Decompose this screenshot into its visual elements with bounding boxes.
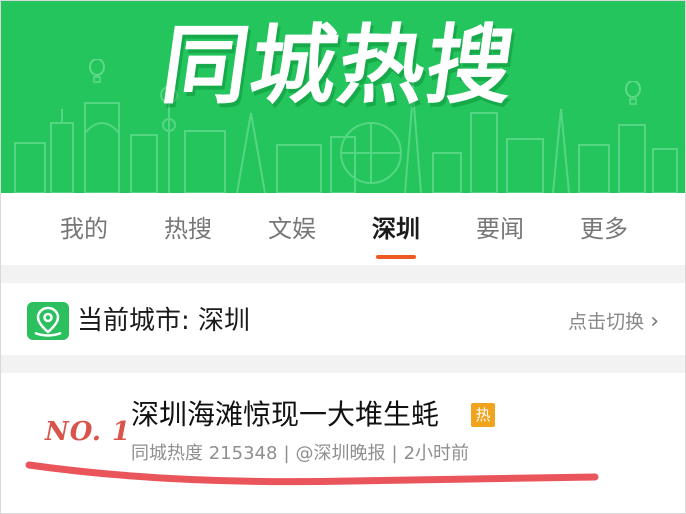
section-divider (1, 355, 685, 373)
tab-hot-search[interactable]: 热搜 (153, 213, 223, 245)
tab-shenzhen[interactable]: 深圳 (361, 213, 431, 245)
chevron-right-icon: › (650, 309, 659, 334)
tab-mine[interactable]: 我的 (49, 213, 119, 245)
active-tab-indicator (376, 255, 416, 259)
banner-title: 同城热搜 (155, 16, 523, 116)
tab-entertainment[interactable]: 文娱 (257, 213, 327, 245)
current-city-row: 当前城市: 深圳 点击切换 › (1, 283, 685, 355)
item-title[interactable]: 深圳海滩惊现一大堆生蚝 (131, 395, 439, 435)
tab-news[interactable]: 要闻 (465, 213, 535, 245)
hot-badge: 热 (471, 403, 495, 427)
switch-city-link[interactable]: 点击切换 › (568, 309, 659, 335)
category-tabs: 我的 热搜 文娱 深圳 要闻 更多 (1, 193, 685, 265)
rank-label: NO. 1 (45, 417, 132, 447)
tab-more[interactable]: 更多 (569, 213, 639, 245)
section-divider (1, 265, 685, 283)
hot-search-banner: 同城热搜 (1, 1, 685, 193)
hot-air-balloon-icon (625, 81, 641, 105)
red-highlight-stroke (25, 461, 599, 486)
hot-search-item[interactable]: NO. 1 深圳海滩惊现一大堆生蚝 热 同城热度 215348 | @深圳晚报 | 2小… (1, 373, 685, 513)
current-city-label: 当前城市: 深圳 (77, 306, 251, 336)
switch-city-label: 点击切换 (568, 311, 645, 333)
app-frame: 同城热搜 我的 热搜 文娱 深圳 要闻 更多 当前城市: 深圳 点击切换 › NO… (0, 0, 686, 514)
location-pin-icon (27, 302, 69, 340)
hot-air-balloon-icon (89, 59, 105, 83)
